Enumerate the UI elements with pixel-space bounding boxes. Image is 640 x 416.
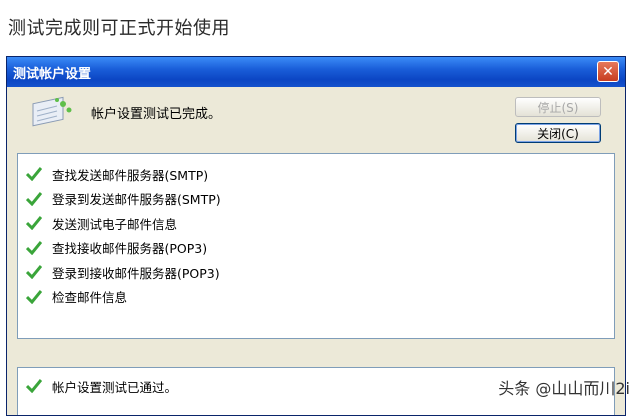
task-item: 发送测试电子邮件信息 xyxy=(18,211,614,236)
checkmark-icon xyxy=(26,216,42,231)
dialog-title: 测试帐户设置 xyxy=(13,66,92,82)
stop-button[interactable]: 停止(S) xyxy=(515,97,601,117)
checkmark-icon xyxy=(26,167,42,182)
checkmark-icon xyxy=(26,379,42,394)
task-label: 登录到接收邮件服务器(POP3) xyxy=(52,265,220,281)
task-label: 检查邮件信息 xyxy=(52,290,128,306)
page-caption: 测试完成则可正式开始使用 xyxy=(8,18,230,39)
task-label: 查找发送邮件服务器(SMTP) xyxy=(52,167,209,183)
task-item: 查找发送邮件服务器(SMTP) xyxy=(18,162,614,187)
task-label: 登录到发送邮件服务器(SMTP) xyxy=(52,192,221,208)
dialog-titlebar: 测试帐户设置 ✕ xyxy=(7,57,625,87)
task-label: 发送测试电子邮件信息 xyxy=(52,216,178,232)
checkmark-icon xyxy=(26,240,42,255)
task-label: 查找接收邮件服务器(POP3) xyxy=(52,241,208,257)
dialog-header: 帐户设置测试已完成。 停止(S) 关闭(C) xyxy=(7,87,625,153)
task-item: 登录到接收邮件服务器(POP3) xyxy=(18,260,614,285)
task-item: 检查邮件信息 xyxy=(18,285,614,310)
completion-status-text: 帐户设置测试已完成。 xyxy=(91,107,222,122)
watermark: 头条 @山山而川2i xyxy=(498,379,630,398)
checkmark-icon xyxy=(26,265,42,280)
dialog-close-button[interactable]: ✕ xyxy=(597,61,619,82)
checkmark-icon xyxy=(26,289,42,304)
checkmark-icon xyxy=(26,191,42,206)
task-item: 查找接收邮件服务器(POP3) xyxy=(18,236,614,261)
task-item: 登录到发送邮件服务器(SMTP) xyxy=(18,187,614,212)
close-button[interactable]: 关闭(C) xyxy=(515,123,601,143)
close-icon: ✕ xyxy=(602,63,614,80)
test-account-settings-dialog: 测试帐户设置 ✕ 帐户设置测试已完成。 停止(S) 关闭(C) 查找发送邮件服务… xyxy=(6,56,626,416)
result-label: 帐户设置测试已通过。 xyxy=(52,379,178,395)
task-list: 查找发送邮件服务器(SMTP) 登录到发送邮件服务器(SMTP) 发送测试电子邮… xyxy=(17,153,615,339)
account-test-icon xyxy=(32,96,72,127)
